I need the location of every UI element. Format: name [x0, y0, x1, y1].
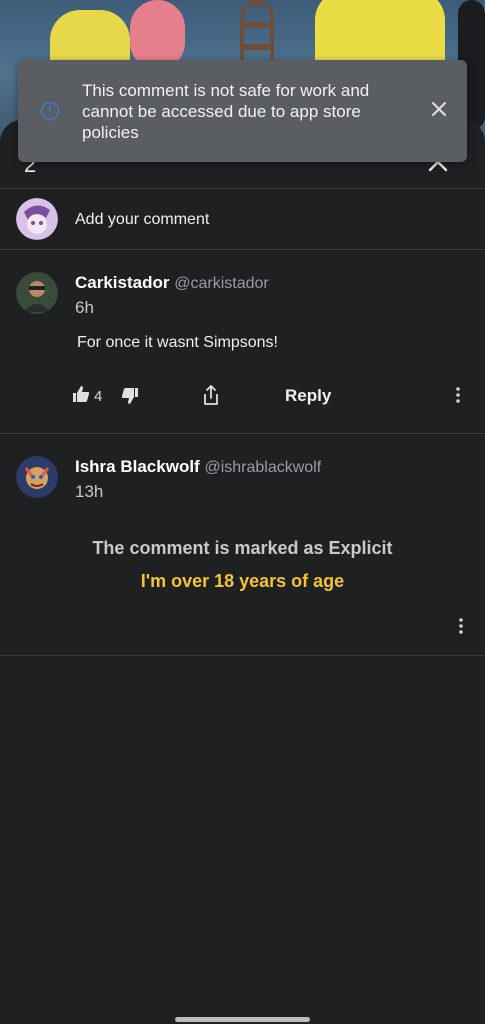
info-icon	[40, 101, 60, 121]
comment-author[interactable]: Carkistador @carkistador	[75, 272, 269, 295]
more-vertical-icon[interactable]	[453, 386, 463, 404]
comment-time: 13h	[75, 482, 104, 501]
reply-button[interactable]: Reply	[285, 385, 331, 407]
divider	[0, 188, 485, 189]
comment-time: 6h	[75, 298, 94, 317]
toast-message: This comment is not safe for work and ca…	[82, 81, 370, 142]
share-button[interactable]	[202, 384, 220, 411]
like-button[interactable]: 4	[72, 385, 102, 408]
avatar	[16, 456, 58, 498]
dislike-button[interactable]	[121, 387, 139, 410]
like-count: 4	[94, 388, 103, 405]
avatar	[16, 198, 58, 240]
home-indicator[interactable]	[175, 1017, 310, 1022]
age-confirm-button[interactable]: I'm over 18 years of age	[0, 570, 485, 592]
author-name: Ishra Blackwolf	[75, 457, 200, 476]
share-icon	[202, 384, 220, 411]
divider	[0, 655, 485, 656]
explicit-notice: The comment is marked as Explicit	[92, 538, 393, 558]
comment-text: For once it wasnt Simpsons!	[77, 334, 278, 351]
avatar	[16, 272, 58, 314]
author-name: Carkistador	[75, 273, 170, 292]
divider	[0, 249, 485, 250]
author-handle: @carkistador	[174, 275, 269, 292]
comment-author[interactable]: Ishra Blackwolf @ishrablackwolf	[75, 456, 321, 479]
more-vertical-icon[interactable]	[456, 617, 466, 635]
thumbs-up-icon	[72, 385, 90, 408]
author-handle: @ishrablackwolf	[204, 459, 322, 476]
divider	[0, 433, 485, 434]
close-icon[interactable]	[428, 98, 450, 120]
nsfw-toast: This comment is not safe for work and ca…	[18, 60, 467, 162]
add-comment-input[interactable]: Add your comment	[75, 210, 209, 230]
thumbs-down-icon	[121, 387, 139, 410]
